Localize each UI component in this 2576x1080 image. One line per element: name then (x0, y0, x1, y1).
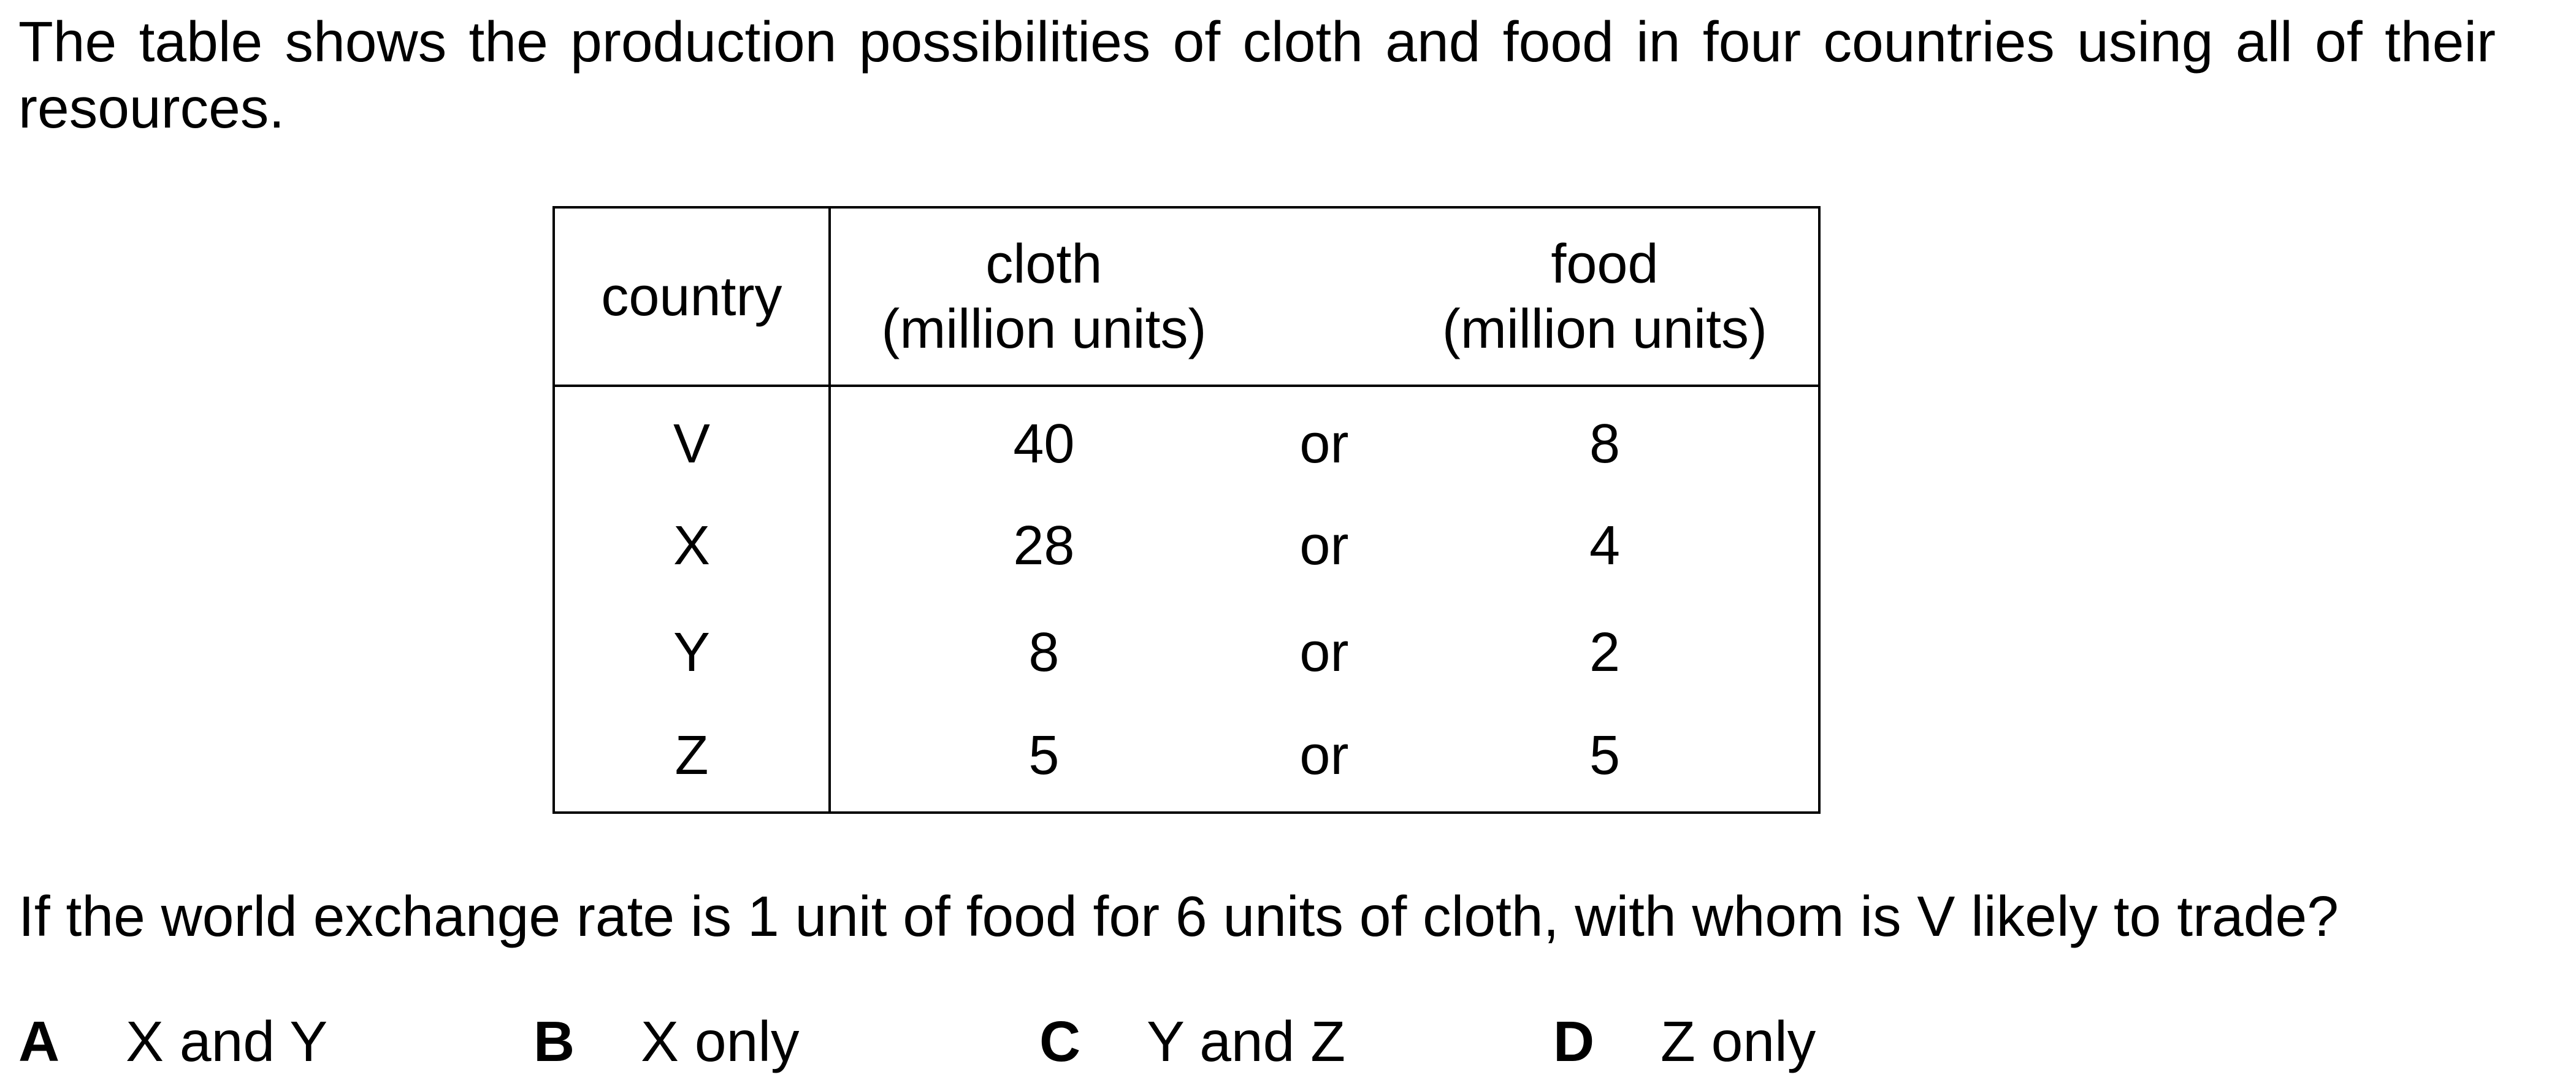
option-d[interactable]: D Z only (1553, 1008, 1816, 1074)
table-row: X 28 or 4 (554, 492, 1819, 599)
header-cloth: cloth (million units) (830, 207, 1257, 386)
question-intro: The table shows the production possibili… (18, 9, 2496, 141)
option-text: X and Y (126, 1009, 328, 1073)
food-cell: 4 (1589, 515, 1620, 576)
header-food-name: food (1551, 233, 1659, 295)
or-cell: or (1299, 515, 1349, 576)
option-a[interactable]: A X and Y (18, 1008, 327, 1074)
country-cell: Y (554, 599, 831, 706)
option-text: X only (641, 1009, 800, 1073)
or-cell: or (1299, 724, 1349, 786)
country-cell: X (554, 492, 831, 599)
production-possibilities-table: country cloth (million units) food (mill… (552, 206, 1821, 814)
question-text: If the world exchange rate is 1 unit of … (18, 884, 2339, 948)
header-food-unit: (million units) (1442, 298, 1768, 360)
or-cell: or (1299, 413, 1349, 475)
country-cell: V (554, 386, 831, 492)
header-cloth-name: cloth (985, 233, 1103, 295)
option-text: Z only (1661, 1009, 1816, 1073)
header-food: food (million units) (1391, 207, 1819, 386)
intro-line-2: resources. (18, 76, 285, 140)
header-country: country (554, 207, 831, 386)
option-letter: C (1039, 1009, 1081, 1073)
option-b[interactable]: B X only (533, 1008, 799, 1074)
header-cloth-unit: (million units) (881, 298, 1207, 360)
option-letter: B (533, 1009, 575, 1073)
cloth-cell: 5 (1028, 724, 1060, 786)
food-cell: 2 (1589, 621, 1620, 683)
option-c[interactable]: C Y and Z (1039, 1008, 1345, 1074)
cloth-cell: 8 (1028, 621, 1060, 683)
option-text: Y and Z (1147, 1009, 1346, 1073)
food-cell: 8 (1589, 413, 1620, 475)
table-header-row: country cloth (million units) food (mill… (554, 207, 1819, 386)
intro-line-1: The table shows the production possibili… (18, 10, 2496, 74)
option-letter: D (1553, 1009, 1595, 1073)
header-or-spacer (1257, 207, 1391, 386)
table-row: Z 5 or 5 (554, 706, 1819, 813)
food-cell: 5 (1589, 724, 1620, 786)
option-letter: A (18, 1009, 60, 1073)
table-row: Y 8 or 2 (554, 599, 1819, 706)
or-cell: or (1299, 621, 1349, 683)
cloth-cell: 40 (1013, 413, 1075, 475)
answer-options: A X and Y B X only C Y and Z D Z only (18, 1008, 1981, 1074)
cloth-cell: 28 (1013, 515, 1075, 576)
table-row: V 40 or 8 (554, 386, 1819, 492)
country-cell: Z (554, 706, 831, 813)
